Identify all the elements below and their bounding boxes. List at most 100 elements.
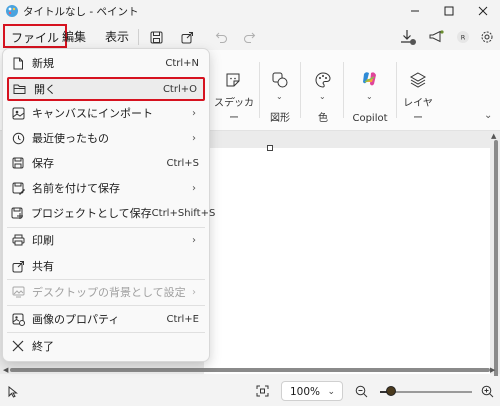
paint-icon <box>6 5 18 17</box>
menu-divider <box>7 305 205 306</box>
menu-item-label: デスクトップの背景として設定 <box>32 286 186 299</box>
scroll-left-arrow[interactable]: ◀ <box>3 366 8 374</box>
menu-item-shortcut: Ctrl+Shift+S <box>151 207 216 219</box>
file-menu-dropdown: 新規 Ctrl+N 開く Ctrl+O キャンバスにインポート › 最近使ったも… <box>2 48 215 362</box>
ribbon-divider <box>300 62 301 118</box>
layers-group[interactable]: レイヤー <box>399 50 437 130</box>
save-icon <box>11 156 25 170</box>
sticker-group[interactable]: ⌄ ステッカー <box>210 50 258 130</box>
import-icon <box>11 106 25 120</box>
account-button[interactable]: R <box>452 27 474 47</box>
scroll-up-arrow[interactable]: ▲ <box>491 132 496 140</box>
shapes-icon <box>272 72 288 88</box>
menu-item-label: 終了 <box>32 340 54 353</box>
menu-item-open[interactable]: 開く Ctrl+O <box>7 77 205 101</box>
wallpaper-icon <box>11 285 25 299</box>
copilot-group[interactable]: ⌄ Copilot <box>347 50 393 130</box>
chevron-down-icon: ⌄ <box>276 92 283 101</box>
zoom-select[interactable]: 100% ⌄ <box>281 381 343 401</box>
new-file-icon <box>11 56 25 70</box>
menu-item-shortcut: Ctrl+E <box>166 313 200 325</box>
menu-item-save-as[interactable]: 名前を付けて保存 › <box>7 176 205 200</box>
undo-button[interactable] <box>210 27 232 47</box>
zoom-in-icon[interactable] <box>481 385 494 398</box>
edit-menu-button[interactable]: 編集 <box>57 26 91 48</box>
vertical-scrollbar[interactable] <box>494 140 498 380</box>
menu-item-exit[interactable]: 終了 <box>7 334 205 358</box>
close-button[interactable] <box>466 0 500 22</box>
copilot-icon <box>363 72 376 86</box>
menu-item-share[interactable]: 共有 <box>7 254 205 278</box>
ribbon-divider <box>343 62 344 118</box>
shapes-group[interactable]: ⌄ 図形 <box>263 50 297 130</box>
menu-divider <box>7 332 205 333</box>
menu-item-new[interactable]: 新規 Ctrl+N <box>7 51 205 75</box>
redo-icon <box>243 32 255 43</box>
chevron-right-icon: › <box>192 107 196 119</box>
palette-icon <box>315 72 331 88</box>
menu-item-label: プロジェクトとして保存 <box>31 207 152 220</box>
redo-button[interactable] <box>238 27 260 47</box>
menu-item-properties[interactable]: 画像のプロパティ Ctrl+E <box>7 307 205 331</box>
color-group[interactable]: ⌄ 色 <box>306 50 340 130</box>
share-icon <box>11 259 25 273</box>
color-label: 色 <box>318 113 328 124</box>
chevron-right-icon: › <box>192 132 196 144</box>
sticker-label: ステッカー <box>214 98 254 124</box>
menu-item-print[interactable]: 印刷 › <box>7 228 205 252</box>
menu-item-label: 名前を付けて保存 <box>32 182 120 195</box>
save-as-icon <box>11 181 25 195</box>
shapes-label: 図形 <box>270 113 290 124</box>
pointer-icon <box>8 386 18 398</box>
quick-save-button[interactable] <box>145 27 167 47</box>
menu-item-label: 印刷 <box>32 234 54 247</box>
zoom-slider-thumb[interactable] <box>386 386 396 396</box>
layers-icon <box>410 72 426 88</box>
layers-label: レイヤー <box>403 98 433 124</box>
quick-share-button[interactable] <box>176 27 198 47</box>
history-icon <box>11 131 25 145</box>
menu-item-set-background[interactable]: デスクトップの背景として設定 › <box>7 280 205 304</box>
window-title: タイトルなし - ペイント <box>23 6 139 18</box>
chevron-right-icon: › <box>192 234 196 246</box>
print-icon <box>11 233 25 247</box>
menu-item-label: 保存 <box>32 157 54 170</box>
fit-icon[interactable] <box>256 385 269 397</box>
chevron-down-icon: ⌄ <box>319 92 326 101</box>
menu-item-label: キャンバスにインポート <box>32 107 153 120</box>
scroll-right-arrow[interactable]: ▶ <box>490 366 495 374</box>
chevron-right-icon: › <box>192 182 196 194</box>
drawing-canvas[interactable] <box>204 148 490 374</box>
zoom-out-icon[interactable] <box>355 385 368 398</box>
chevron-down-icon: ⌄ <box>327 387 335 397</box>
menu-item-shortcut: Ctrl+S <box>166 157 199 169</box>
announcements-button[interactable] <box>426 27 448 47</box>
menu-item-save-project[interactable]: プロジェクトとして保存 Ctrl+Shift+S <box>7 201 215 225</box>
ribbon-expand-button[interactable]: ⌄ <box>484 110 492 121</box>
menu-item-label: 最近使ったもの <box>32 132 109 145</box>
maximize-icon <box>444 6 454 16</box>
menu-item-label: 共有 <box>32 260 54 273</box>
view-menu-button[interactable]: 表示 <box>100 26 134 48</box>
settings-button[interactable] <box>476 27 498 47</box>
download-button[interactable] <box>397 27 419 47</box>
menubar-divider <box>138 29 139 45</box>
properties-icon <box>11 312 25 326</box>
horizontal-scrollbar[interactable] <box>10 368 490 372</box>
menu-item-shortcut: Ctrl+O <box>162 83 197 95</box>
account-icon: R <box>457 31 469 43</box>
menu-item-import[interactable]: キャンバスにインポート › <box>7 101 205 125</box>
menu-item-label: 開く <box>34 83 56 96</box>
maximize-button[interactable] <box>432 0 466 22</box>
menu-item-shortcut: Ctrl+N <box>165 57 199 69</box>
minimize-icon <box>411 10 419 12</box>
sticker-icon <box>226 73 240 87</box>
menu-item-recent[interactable]: 最近使ったもの › <box>7 126 205 150</box>
menu-item-save[interactable]: 保存 Ctrl+S <box>7 151 205 175</box>
minimize-button[interactable] <box>398 0 432 22</box>
share-icon <box>181 31 193 43</box>
copilot-label: Copilot <box>352 113 388 124</box>
ribbon-divider <box>396 62 397 118</box>
resize-handle[interactable] <box>267 145 273 151</box>
menu-item-label: 新規 <box>32 57 54 70</box>
